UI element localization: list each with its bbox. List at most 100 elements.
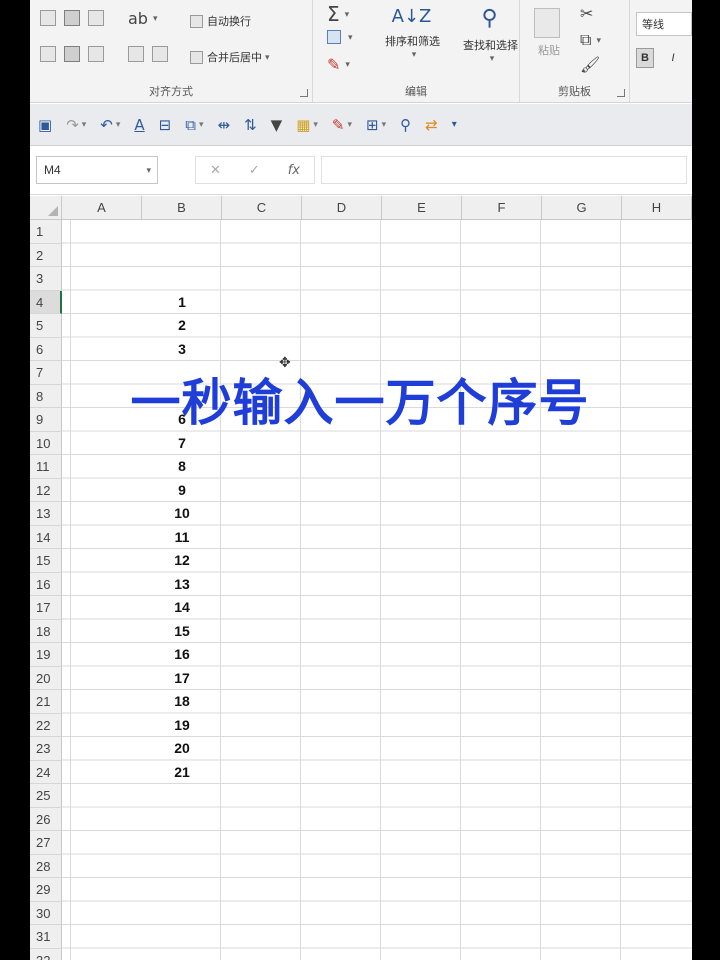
row-header-10[interactable]: 10 xyxy=(30,431,62,455)
row-header-28[interactable]: 28 xyxy=(30,854,62,878)
align-top-button[interactable] xyxy=(40,10,60,26)
cut-button[interactable]: ✂ xyxy=(580,4,595,23)
dialog-launcher-icon[interactable] xyxy=(617,89,625,97)
row-header-20[interactable]: 20 xyxy=(30,666,62,690)
cell-b10[interactable]: 7 xyxy=(142,432,222,456)
cancel-entry-icon[interactable]: ✕ xyxy=(210,163,221,178)
clear-format-icon[interactable]: ✎ ▾ xyxy=(332,116,352,134)
select-all-button[interactable] xyxy=(30,196,62,220)
fill-icon[interactable]: ⊞ ▾ xyxy=(366,116,386,134)
row-header-4[interactable]: 4 xyxy=(30,290,62,314)
distribute-icon[interactable]: ⇹ xyxy=(218,116,231,134)
align-center-button[interactable] xyxy=(64,46,84,62)
clear-button[interactable]: ✎ ▾ xyxy=(327,55,350,74)
column-header-h[interactable]: H xyxy=(622,196,692,220)
autosum-button[interactable]: Σ ▾ xyxy=(327,2,349,26)
italic-button[interactable]: I xyxy=(664,48,682,68)
cell-b14[interactable]: 11 xyxy=(142,526,222,550)
row-header-1[interactable]: 1 xyxy=(30,220,62,244)
cell-b21[interactable]: 18 xyxy=(142,690,222,714)
column-header-g[interactable]: G xyxy=(542,196,622,220)
cell-b12[interactable]: 9 xyxy=(142,479,222,503)
column-header-e[interactable]: E xyxy=(382,196,462,220)
filter-icon[interactable]: ▼ xyxy=(271,116,283,134)
row-header-22[interactable]: 22 xyxy=(30,713,62,737)
cell-b19[interactable]: 16 xyxy=(142,643,222,667)
row-header-16[interactable]: 16 xyxy=(30,572,62,596)
row-header-31[interactable]: 31 xyxy=(30,925,62,949)
undo-icon[interactable]: ↶ ▾ xyxy=(100,116,120,134)
row-header-26[interactable]: 26 xyxy=(30,807,62,831)
row-header-19[interactable]: 19 xyxy=(30,643,62,667)
row-header-25[interactable]: 25 xyxy=(30,784,62,808)
align-left-button[interactable] xyxy=(40,46,60,62)
cell-b20[interactable]: 17 xyxy=(142,667,222,691)
wrap-text-button[interactable]: 自动换行 xyxy=(190,13,251,29)
decrease-indent-button[interactable] xyxy=(128,46,148,62)
column-header-f[interactable]: F xyxy=(462,196,542,220)
confirm-entry-icon[interactable]: ✓ xyxy=(249,163,260,178)
row-header-5[interactable]: 5 xyxy=(30,314,62,338)
increase-indent-button[interactable] xyxy=(152,46,172,62)
find-icon[interactable]: ⚲ xyxy=(400,116,411,134)
copy-button[interactable]: ⧉ ▾ xyxy=(580,30,601,50)
save-icon[interactable]: ▣ xyxy=(38,116,52,134)
row-header-2[interactable]: 2 xyxy=(30,243,62,267)
row-header-27[interactable]: 27 xyxy=(30,831,62,855)
row-header-13[interactable]: 13 xyxy=(30,502,62,526)
cell-b16[interactable]: 13 xyxy=(142,573,222,597)
redo-icon[interactable]: ↷ ▾ xyxy=(66,116,86,134)
conditional-format-icon[interactable]: ▦ ▾ xyxy=(296,116,318,134)
row-header-14[interactable]: 14 xyxy=(30,525,62,549)
name-box[interactable]: M4 ▾ xyxy=(36,156,158,184)
align-middle-button[interactable] xyxy=(64,10,84,26)
merge-center-button[interactable]: 合并后居中 ▾ xyxy=(190,49,270,65)
row-header-30[interactable]: 30 xyxy=(30,901,62,925)
cell-b22[interactable]: 19 xyxy=(142,714,222,738)
column-header-c[interactable]: C xyxy=(222,196,302,220)
replace-icon[interactable]: ⇄ xyxy=(425,116,438,134)
cell-b15[interactable]: 12 xyxy=(142,549,222,573)
font-name-select[interactable]: 等线 xyxy=(636,12,692,36)
font-color-icon[interactable]: A xyxy=(134,116,144,134)
row-header-32[interactable]: 32 xyxy=(30,948,62,960)
column-header-d[interactable]: D xyxy=(302,196,382,220)
row-header-24[interactable]: 24 xyxy=(30,760,62,784)
column-header-b[interactable]: B xyxy=(142,196,222,220)
paste-button[interactable]: 粘贴 xyxy=(534,8,564,58)
row-header-6[interactable]: 6 xyxy=(30,337,62,361)
row-header-18[interactable]: 18 xyxy=(30,619,62,643)
cell-b13[interactable]: 10 xyxy=(142,502,222,526)
row-header-11[interactable]: 11 xyxy=(30,455,62,479)
cell-b18[interactable]: 15 xyxy=(142,620,222,644)
row-header-12[interactable]: 12 xyxy=(30,478,62,502)
row-header-15[interactable]: 15 xyxy=(30,549,62,573)
cell-b4[interactable]: 1 xyxy=(142,291,222,315)
insert-function-icon[interactable]: fx xyxy=(288,163,300,178)
format-painter-button[interactable]: 🖌 xyxy=(580,55,602,74)
customize-qat-icon[interactable]: ▾ xyxy=(452,119,457,130)
cell-b23[interactable]: 20 xyxy=(142,737,222,761)
paste-special-icon[interactable]: ⧉ ▾ xyxy=(185,116,203,134)
column-header-a[interactable]: A xyxy=(62,196,142,220)
find-select-button[interactable]: ⚲ 查找和选择 ▾ xyxy=(463,6,518,64)
cell-b5[interactable]: 2 xyxy=(142,314,222,338)
cell-b17[interactable]: 14 xyxy=(142,596,222,620)
sort-icon[interactable]: ⇅ xyxy=(244,116,257,134)
formula-input[interactable] xyxy=(321,156,687,184)
fill-button[interactable]: ▾ xyxy=(327,30,353,44)
row-header-3[interactable]: 3 xyxy=(30,267,62,291)
align-right-button[interactable] xyxy=(88,46,108,62)
sort-filter-button[interactable]: A↓Z 排序和筛选 ▾ xyxy=(385,6,440,60)
bold-button[interactable]: B xyxy=(636,48,654,68)
row-header-17[interactable]: 17 xyxy=(30,596,62,620)
cell-b24[interactable]: 21 xyxy=(142,761,222,785)
cell-b6[interactable]: 3 xyxy=(142,338,222,362)
align-bottom-button[interactable] xyxy=(88,10,108,26)
orientation-button[interactable]: ab ▾ xyxy=(128,9,158,28)
row-header-21[interactable]: 21 xyxy=(30,690,62,714)
cell-b11[interactable]: 8 xyxy=(142,455,222,479)
row-header-23[interactable]: 23 xyxy=(30,737,62,761)
dialog-launcher-icon[interactable] xyxy=(300,89,308,97)
table-icon[interactable]: ⊟ xyxy=(159,116,172,134)
